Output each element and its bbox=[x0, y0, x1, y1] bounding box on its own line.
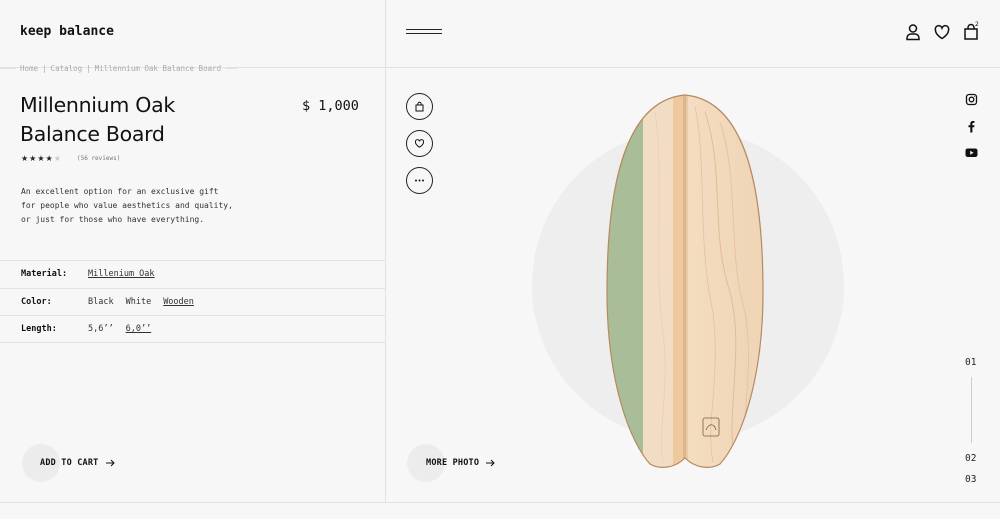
star-icon: ★ bbox=[37, 154, 45, 163]
more-photo-button[interactable]: MORE PHOTO bbox=[426, 458, 495, 468]
attribute-material: Material: Millenium Oak bbox=[21, 267, 167, 281]
product-price: $ 1,000 bbox=[302, 98, 359, 114]
breadcrumb-separator: | bbox=[86, 63, 91, 73]
breadcrumb-home[interactable]: Home bbox=[20, 64, 38, 73]
heart-icon bbox=[414, 138, 425, 149]
description-line: for people who value aesthetics and qual… bbox=[21, 201, 233, 210]
slide-progress-track bbox=[971, 377, 972, 443]
wishlist-button[interactable] bbox=[406, 130, 433, 157]
length-option-6-0[interactable]: 6,0’’ bbox=[126, 324, 152, 334]
review-count[interactable]: (56 reviews) bbox=[77, 155, 120, 162]
breadcrumb-current: Millennium Oak Balance Board bbox=[94, 63, 222, 73]
cart-count-badge: 2 bbox=[975, 21, 979, 28]
length-option-5-6[interactable]: 5,6’’ bbox=[88, 324, 114, 334]
logo[interactable]: keep balance bbox=[20, 24, 114, 39]
bag-button[interactable] bbox=[406, 93, 433, 120]
balance-board-image[interactable] bbox=[595, 92, 775, 472]
slide-indicator-02[interactable]: 02 bbox=[965, 453, 976, 464]
user-icon[interactable] bbox=[903, 22, 923, 42]
attribute-color: Color: Black White Wooden bbox=[21, 295, 206, 309]
color-label: Color: bbox=[21, 297, 52, 307]
product-description: An excellent option for an exclusive gif… bbox=[21, 185, 241, 227]
add-to-cart-label: ADD TO CART bbox=[40, 458, 99, 468]
star-icon: ★ bbox=[21, 154, 29, 163]
description-line: An excellent option for an exclusive gif… bbox=[21, 187, 219, 196]
bag-icon bbox=[414, 101, 425, 112]
instagram-icon[interactable] bbox=[965, 93, 978, 106]
breadcrumb: Home | Catalog | Millennium Oak Balance … bbox=[0, 62, 238, 74]
more-icon bbox=[414, 175, 425, 186]
heart-icon[interactable] bbox=[932, 22, 952, 42]
slide-indicator-03[interactable]: 03 bbox=[965, 474, 976, 485]
color-option-wooden[interactable]: Wooden bbox=[163, 297, 194, 307]
product-title: Millennium Oak Balance Board bbox=[20, 93, 175, 146]
description-line: or just for those who have everything. bbox=[21, 215, 205, 224]
column-divider bbox=[385, 0, 386, 502]
youtube-icon[interactable] bbox=[965, 146, 978, 159]
star-icon: ★ bbox=[29, 154, 37, 163]
arrow-right-icon bbox=[105, 458, 115, 468]
material-option[interactable]: Millenium Oak bbox=[88, 269, 155, 279]
arrow-right-icon bbox=[485, 458, 495, 468]
facebook-icon[interactable] bbox=[965, 120, 978, 133]
star-icon: ★ bbox=[53, 154, 61, 163]
breadcrumb-separator: | bbox=[42, 63, 47, 73]
color-option-black[interactable]: Black bbox=[88, 297, 114, 307]
slide-indicator-01[interactable]: 01 bbox=[965, 357, 976, 368]
breadcrumb-catalog[interactable]: Catalog bbox=[51, 64, 83, 73]
attribute-length: Length: 5,6’’ 6,0’’ bbox=[21, 322, 163, 336]
color-option-white[interactable]: White bbox=[126, 297, 152, 307]
menu-icon[interactable] bbox=[406, 27, 442, 37]
more-options-button[interactable] bbox=[406, 167, 433, 194]
rating-stars: ★ ★ ★ ★ ★ bbox=[21, 154, 61, 163]
add-to-cart-button[interactable]: ADD TO CART bbox=[40, 458, 115, 468]
star-icon: ★ bbox=[45, 154, 53, 163]
footer-divider bbox=[0, 502, 1000, 503]
length-label: Length: bbox=[21, 324, 57, 334]
more-photo-label: MORE PHOTO bbox=[426, 458, 480, 468]
material-label: Material: bbox=[21, 269, 68, 279]
